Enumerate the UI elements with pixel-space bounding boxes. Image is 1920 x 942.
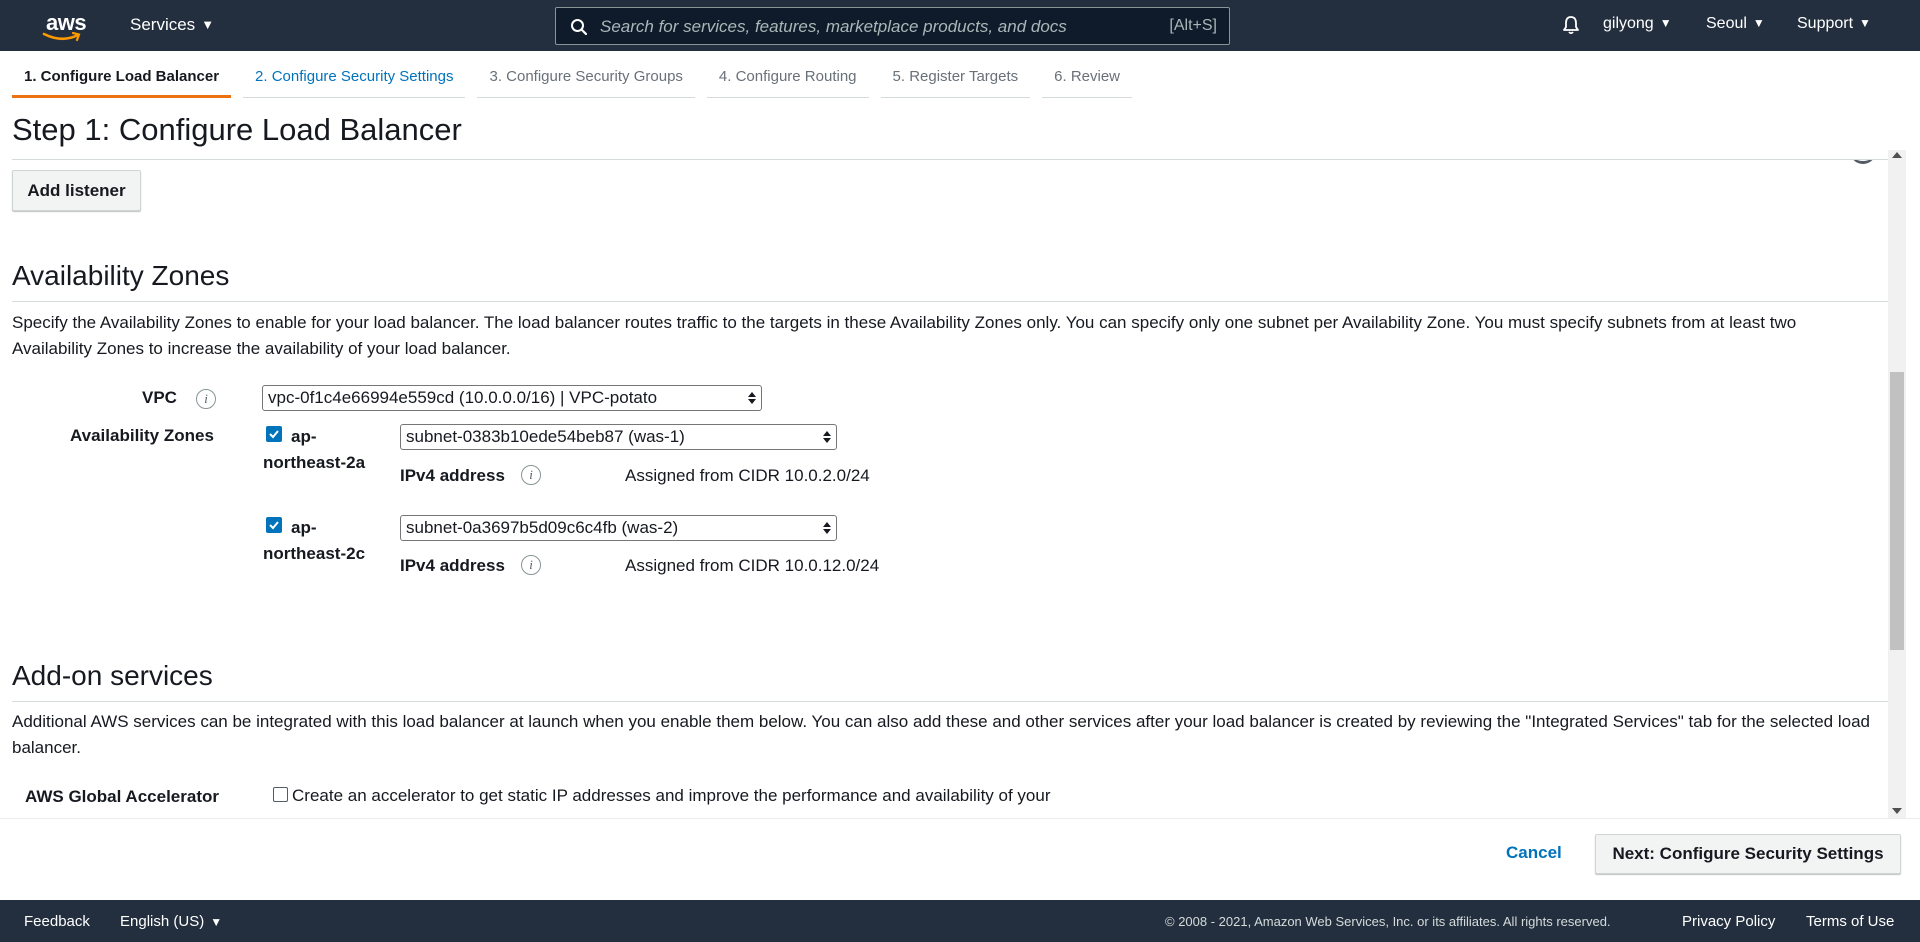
availability-zones-description: Specify the Availability Zones to enable… (12, 313, 1797, 358)
subnet-select-2c[interactable]: subnet-0a3697b5d09c6c4fb (was-2) (400, 515, 837, 541)
availability-zones-title: Availability Zones (12, 260, 230, 291)
support-label: Support (1797, 15, 1854, 32)
zone-name-line2: northeast-2a (263, 453, 366, 472)
search-shortcut: [Alt+S] (1169, 17, 1217, 34)
step-tab-1[interactable]: 1. Configure Load Balancer (12, 64, 232, 98)
privacy-policy-link[interactable]: Privacy Policy (1682, 913, 1775, 930)
aws-smile-icon (42, 32, 81, 42)
language-label: English (US) (120, 913, 205, 930)
action-bar: Cancel Next: Configure Security Settings (0, 818, 1920, 900)
language-selector[interactable]: English (US) ▼ (120, 913, 222, 930)
search-placeholder: Search for services, features, marketpla… (600, 17, 1067, 36)
divider (12, 301, 1888, 302)
main-content: Add listener Availability Zones Specify … (0, 160, 1890, 818)
zone-name-line1: ap- (291, 518, 317, 537)
cancel-button[interactable]: Cancel (1506, 843, 1562, 863)
zone-name-line2: northeast-2c (263, 544, 366, 563)
search-icon (571, 19, 588, 36)
bell-icon[interactable] (1560, 14, 1582, 36)
support-menu[interactable]: Support ▼ (1797, 15, 1871, 33)
caret-down-icon: ▼ (1859, 16, 1871, 30)
subnet-select-value: subnet-0a3697b5d09c6c4fb (was-2) (406, 518, 679, 537)
select-arrows-icon (748, 392, 756, 404)
copyright-text: © 2008 - 2021, Amazon Web Services, Inc.… (1165, 914, 1611, 929)
availability-zones-label: Availability Zones (70, 426, 214, 445)
footer: Feedback English (US) ▼ © 2008 - 2021, Am… (0, 900, 1920, 942)
step-tab-6[interactable]: 6. Review (1042, 64, 1132, 98)
zone-checkbox-2a[interactable] (266, 426, 282, 442)
caret-down-icon: ▼ (1659, 16, 1672, 30)
step-tab-3[interactable]: 3. Configure Security Groups (477, 64, 695, 98)
scroll-up-arrow-icon[interactable] (1892, 152, 1902, 158)
ipv4-cidr-text: Assigned from CIDR 10.0.12.0/24 (625, 556, 880, 575)
step-tab-4[interactable]: 4. Configure Routing (706, 64, 869, 98)
addon-services-title: Add-on services (12, 660, 213, 691)
services-menu[interactable]: Services ▼ (130, 15, 214, 35)
divider (12, 701, 1888, 702)
info-icon[interactable]: i (196, 389, 216, 409)
ipv4-cidr-text: Assigned from CIDR 10.0.2.0/24 (625, 466, 870, 485)
wizard-steps: 1. Configure Load Balancer 2. Configure … (12, 64, 1144, 98)
info-icon[interactable]: i (521, 555, 541, 575)
user-menu[interactable]: gilyong ▼ (1603, 15, 1672, 33)
add-listener-button[interactable]: Add listener (12, 170, 141, 211)
content-scrollbar[interactable] (1888, 150, 1906, 818)
page-title: Step 1: Configure Load Balancer (12, 112, 462, 147)
zone-name-line1: ap- (291, 427, 317, 446)
global-accelerator-text: Create an accelerator to get static IP a… (292, 786, 1051, 805)
feedback-link[interactable]: Feedback (24, 913, 90, 930)
scroll-down-arrow-icon[interactable] (1892, 808, 1902, 814)
aws-logo[interactable]: aws (40, 10, 92, 42)
global-accelerator-label: AWS Global Accelerator (25, 787, 219, 806)
caret-down-icon: ▼ (201, 17, 215, 32)
global-accelerator-checkbox[interactable] (273, 787, 288, 802)
region-menu[interactable]: Seoul ▼ (1706, 15, 1765, 33)
scrollbar-thumb[interactable] (1890, 372, 1904, 650)
subnet-select-2a[interactable]: subnet-0383b10ede54beb87 (was-1) (400, 424, 837, 450)
vpc-label: VPC (142, 388, 177, 407)
info-icon[interactable]: i (521, 465, 541, 485)
next-button[interactable]: Next: Configure Security Settings (1595, 834, 1901, 874)
user-name: gilyong (1603, 15, 1654, 32)
addon-services-description: Additional AWS services can be integrate… (12, 712, 1871, 757)
services-label: Services (130, 15, 196, 34)
zone-checkbox-2c[interactable] (266, 517, 282, 533)
select-arrows-icon (823, 431, 831, 443)
caret-down-icon: ▼ (1752, 16, 1765, 30)
vpc-select-value: vpc-0f1c4e66994e559cd (10.0.0.0/16) | VP… (268, 388, 658, 407)
check-icon (269, 521, 279, 530)
top-navigation: aws Services ▼ Search for services, featu… (0, 0, 1920, 51)
ipv4-address-label: IPv4 address (400, 556, 505, 575)
remove-listener-icon[interactable] (1850, 160, 1876, 164)
search-input[interactable]: Search for services, features, marketpla… (555, 7, 1230, 45)
caret-down-icon: ▼ (210, 915, 223, 929)
ipv4-address-label: IPv4 address (400, 466, 505, 485)
step-tab-5[interactable]: 5. Register Targets (880, 64, 1031, 98)
terms-of-use-link[interactable]: Terms of Use (1806, 913, 1894, 930)
vpc-select[interactable]: vpc-0f1c4e66994e559cd (10.0.0.0/16) | VP… (262, 385, 762, 411)
select-arrows-icon (823, 522, 831, 534)
check-icon (269, 430, 279, 439)
subnet-select-value: subnet-0383b10ede54beb87 (was-1) (406, 427, 685, 446)
step-tab-2[interactable]: 2. Configure Security Settings (243, 64, 466, 98)
region-name: Seoul (1706, 15, 1747, 32)
